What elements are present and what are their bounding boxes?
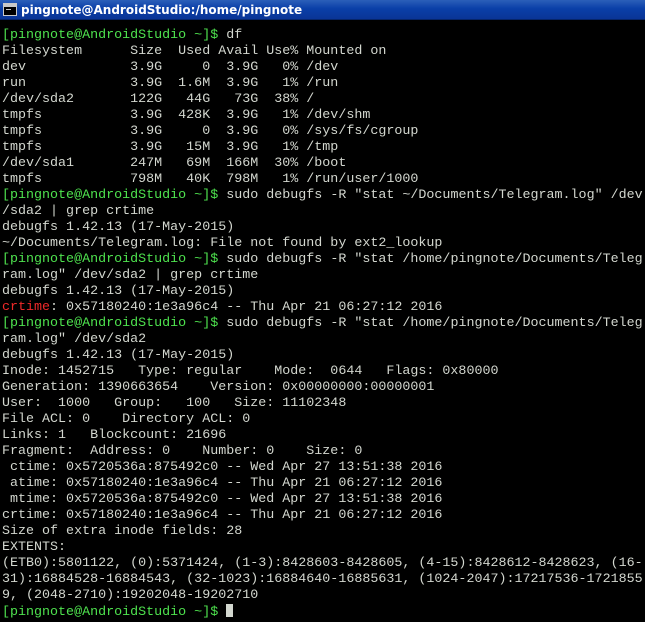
- terminal-output[interactable]: [pingnote@AndroidStudio ~]$ df Filesystem…: [2, 28, 643, 620]
- output-text: Inode: 1452715 Type: regular Mode: 0644 …: [2, 364, 499, 379]
- output-line: ram.log" /dev/sda2: [2, 332, 643, 348]
- title-bar[interactable]: pingnote@AndroidStudio:/home/pingnote: [0, 0, 645, 20]
- output-line: 9, (2048-2710):19202048-19202710: [2, 588, 643, 604]
- command-line: [pingnote@AndroidStudio ~]$ sudo debugfs…: [2, 316, 643, 332]
- output-line: dev 3.9G 0 3.9G 0% /dev: [2, 60, 643, 76]
- output-line: run 3.9G 1.6M 3.9G 1% /run: [2, 76, 643, 92]
- output-line: /dev/sda1 247M 69M 166M 30% /boot: [2, 156, 643, 172]
- output-line: ~/Documents/Telegram.log: File not found…: [2, 236, 643, 252]
- output-line: atime: 0x57180240:1e3a96c4 -- Thu Apr 21…: [2, 476, 643, 492]
- command-line: [pingnote@AndroidStudio ~]$ sudo debugfs…: [2, 252, 643, 268]
- output-text: debugfs 1.42.13 (17-May-2015): [2, 220, 235, 235]
- output-line: EXTENTS:: [2, 540, 643, 556]
- output-text: User: 1000 Group: 100 Size: 11102348: [2, 396, 347, 411]
- output-line: crtime: 0x57180240:1e3a96c4 -- Thu Apr 2…: [2, 300, 643, 316]
- output-line: debugfs 1.42.13 (17-May-2015): [2, 220, 643, 236]
- output-line: 31):16884528-16884543, (32-1023):1688464…: [2, 572, 643, 588]
- terminal-window: pingnote@AndroidStudio:/home/pingnote [p…: [0, 0, 645, 622]
- output-text: 31):16884528-16884543, (32-1023):1688464…: [2, 572, 643, 587]
- output-text: tmpfs 798M 40K 798M 1% /run/user/1000: [2, 172, 419, 187]
- output-line: debugfs 1.42.13 (17-May-2015): [2, 284, 643, 300]
- output-text: tmpfs 3.9G 0 3.9G 0% /sys/fs/cgroup: [2, 124, 419, 139]
- output-text: run 3.9G 1.6M 3.9G 1% /run: [2, 76, 339, 91]
- window-title: pingnote@AndroidStudio:/home/pingnote: [21, 3, 303, 17]
- output-text: : 0x57180240:1e3a96c4 -- Thu Apr 21 06:2…: [50, 300, 443, 315]
- output-line: tmpfs 3.9G 15M 3.9G 1% /tmp: [2, 140, 643, 156]
- output-text: tmpfs 3.9G 428K 3.9G 1% /dev/shm: [2, 108, 371, 123]
- output-line: File ACL: 0 Directory ACL: 0: [2, 412, 643, 428]
- terminal-icon[interactable]: [3, 3, 17, 16]
- output-text: ctime: 0x5720536a:875492c0 -- Wed Apr 27…: [2, 460, 443, 475]
- command-line: [pingnote@AndroidStudio ~]$ df: [2, 28, 643, 44]
- output-text: /dev/sda1 247M 69M 166M 30% /boot: [2, 156, 347, 171]
- output-line: crtime: 0x57180240:1e3a96c4 -- Thu Apr 2…: [2, 508, 643, 524]
- output-line: tmpfs 3.9G 428K 3.9G 1% /dev/shm: [2, 108, 643, 124]
- output-text: /dev/sda2 122G 44G 73G 38% /: [2, 92, 315, 107]
- output-text: /sda2 | grep crtime: [2, 204, 155, 219]
- output-text: atime: 0x57180240:1e3a96c4 -- Thu Apr 21…: [2, 476, 443, 491]
- output-line: ctime: 0x5720536a:875492c0 -- Wed Apr 27…: [2, 460, 643, 476]
- shell-prompt: [pingnote@AndroidStudio ~]$: [2, 252, 219, 267]
- output-line: Filesystem Size Used Avail Use% Mounted …: [2, 44, 643, 60]
- output-text: ~/Documents/Telegram.log: File not found…: [2, 236, 443, 251]
- shell-prompt: [pingnote@AndroidStudio ~]$: [2, 28, 219, 43]
- output-text: Size of extra inode fields: 28: [2, 524, 243, 539]
- output-text: Filesystem Size Used Avail Use% Mounted …: [2, 44, 387, 59]
- output-line: Size of extra inode fields: 28: [2, 524, 643, 540]
- output-text: File ACL: 0 Directory ACL: 0: [2, 412, 251, 427]
- output-line: mtime: 0x5720536a:875492c0 -- Wed Apr 27…: [2, 492, 643, 508]
- output-line: ram.log" /dev/sda2 | grep crtime: [2, 268, 643, 284]
- output-line: Inode: 1452715 Type: regular Mode: 0644 …: [2, 364, 643, 380]
- output-text: crtime: 0x57180240:1e3a96c4 -- Thu Apr 2…: [2, 508, 443, 523]
- shell-prompt: [pingnote@AndroidStudio ~]$: [2, 605, 219, 620]
- output-text: debugfs 1.42.13 (17-May-2015): [2, 284, 235, 299]
- command-text: df: [218, 28, 243, 43]
- command-line: [pingnote@AndroidStudio ~]$ sudo debugfs…: [2, 188, 643, 204]
- command-text: sudo debugfs -R "stat /home/pingnote/Doc…: [218, 316, 643, 331]
- output-line: Links: 1 Blockcount: 21696: [2, 428, 643, 444]
- output-line: tmpfs 798M 40K 798M 1% /run/user/1000: [2, 172, 643, 188]
- output-line: (ETB0):5801122, (0):5371424, (1-3):84286…: [2, 556, 643, 572]
- output-text: ram.log" /dev/sda2 | grep crtime: [2, 268, 259, 283]
- output-text: debugfs 1.42.13 (17-May-2015): [2, 348, 235, 363]
- output-line: /dev/sda2 122G 44G 73G 38% /: [2, 92, 643, 108]
- output-line: debugfs 1.42.13 (17-May-2015): [2, 348, 643, 364]
- output-line: tmpfs 3.9G 0 3.9G 0% /sys/fs/cgroup: [2, 124, 643, 140]
- output-text: Links: 1 Blockcount: 21696: [2, 428, 227, 443]
- output-line: Generation: 1390663654 Version: 0x000000…: [2, 380, 643, 396]
- command-text: [218, 605, 226, 620]
- grep-match: crtime: [2, 300, 51, 315]
- shell-prompt: [pingnote@AndroidStudio ~]$: [2, 188, 219, 203]
- output-text: Fragment: Address: 0 Number: 0 Size: 0: [2, 444, 363, 459]
- command-text: sudo debugfs -R "stat ~/Documents/Telegr…: [218, 188, 643, 203]
- shell-prompt: [pingnote@AndroidStudio ~]$: [2, 316, 219, 331]
- output-text: ram.log" /dev/sda2: [2, 332, 147, 347]
- output-text: dev 3.9G 0 3.9G 0% /dev: [2, 60, 339, 75]
- output-line: /sda2 | grep crtime: [2, 204, 643, 220]
- output-line: Fragment: Address: 0 Number: 0 Size: 0: [2, 444, 643, 460]
- output-text: Generation: 1390663654 Version: 0x000000…: [2, 380, 435, 395]
- output-text: tmpfs 3.9G 15M 3.9G 1% /tmp: [2, 140, 339, 155]
- output-text: mtime: 0x5720536a:875492c0 -- Wed Apr 27…: [2, 492, 443, 507]
- output-text: 9, (2048-2710):19202048-19202710: [2, 588, 259, 603]
- output-line: User: 1000 Group: 100 Size: 11102348: [2, 396, 643, 412]
- command-text: sudo debugfs -R "stat /home/pingnote/Doc…: [218, 252, 643, 267]
- command-line: [pingnote@AndroidStudio ~]$: [2, 604, 643, 620]
- output-text: (ETB0):5801122, (0):5371424, (1-3):84286…: [2, 556, 643, 571]
- output-text: EXTENTS:: [2, 540, 67, 555]
- text-cursor: [226, 604, 234, 617]
